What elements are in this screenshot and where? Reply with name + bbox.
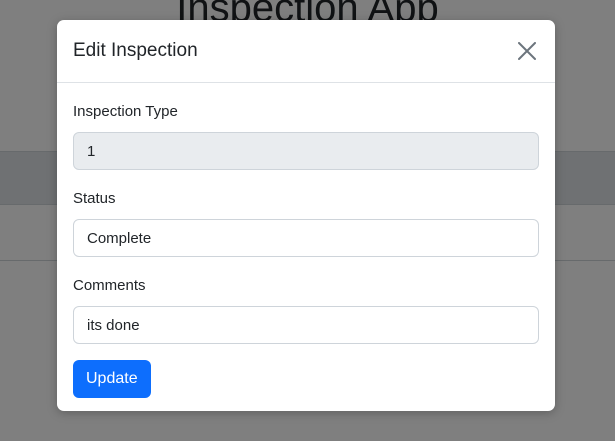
inspection-type-input — [73, 132, 539, 170]
inspection-type-label: Inspection Type — [73, 103, 178, 120]
comments-label: Comments — [73, 277, 146, 294]
modal-title: Edit Inspection — [73, 40, 198, 61]
inspection-type-group: Inspection Type — [73, 103, 539, 170]
close-button[interactable] — [514, 38, 540, 64]
modal-header: Edit Inspection — [57, 20, 555, 83]
comments-group: Comments — [73, 277, 539, 344]
close-icon — [518, 42, 536, 60]
status-label: Status — [73, 190, 116, 207]
edit-inspection-modal: Edit Inspection Inspection Type Status C… — [57, 20, 555, 411]
modal-body: Inspection Type Status Comments Update — [57, 83, 555, 398]
comments-input[interactable] — [73, 306, 539, 344]
status-input[interactable] — [73, 219, 539, 257]
update-button[interactable]: Update — [73, 360, 151, 398]
status-group: Status — [73, 190, 539, 257]
